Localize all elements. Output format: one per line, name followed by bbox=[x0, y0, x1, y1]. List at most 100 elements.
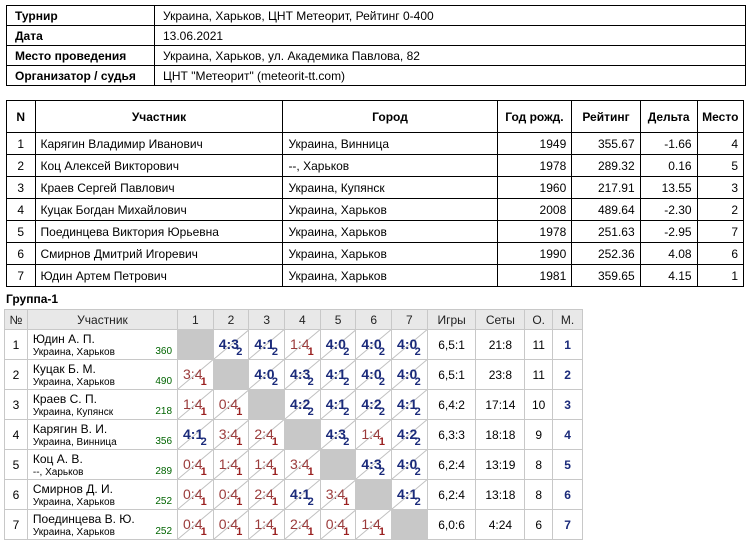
place-cell: 1 bbox=[552, 329, 583, 360]
match-result: 4:3 2 bbox=[284, 359, 321, 390]
table-cell: 355.67 bbox=[571, 132, 641, 155]
match-score: 1:4 bbox=[290, 336, 310, 352]
match-result: 3:4 1 bbox=[284, 449, 321, 480]
place-cell: 2 bbox=[552, 359, 583, 390]
table-cell: 2008 bbox=[496, 198, 573, 221]
games-cell: 6,2:4 bbox=[426, 449, 477, 480]
table-cell: Куцак Богдан Михайлович bbox=[34, 198, 284, 221]
player-name: Смирнов Д. И. bbox=[32, 482, 113, 496]
info-label: Место проведения bbox=[6, 45, 155, 66]
table-cell: 1 bbox=[696, 264, 745, 287]
match-result: 4:0 2 bbox=[391, 449, 428, 480]
sets-cell: 13:18 bbox=[475, 479, 526, 510]
match-score: 3:4 bbox=[218, 426, 239, 442]
table-cell: 1 bbox=[6, 132, 36, 155]
self-cell bbox=[248, 389, 286, 420]
group-row-number: 2 bbox=[4, 359, 28, 390]
match-result: 0:4 1 bbox=[177, 509, 214, 540]
group-column-header: 3 bbox=[248, 309, 286, 330]
match-points: 2 bbox=[414, 436, 421, 448]
player-rating: 252 bbox=[155, 496, 173, 507]
info-row: Дата 13.06.2021 bbox=[6, 25, 746, 46]
match-points: 1 bbox=[378, 526, 386, 538]
table-cell: Смирнов Дмитрий Игоревич bbox=[34, 242, 284, 265]
table-cell: Украина, Харьков bbox=[282, 264, 498, 287]
table-row: 4 Куцак Богдан Михайлович Украина, Харьков… bbox=[6, 198, 745, 221]
group-results-table: № Участник 1 2 3 4 5 6 7 Игры Сеты О. М. 1 Юдин А. П.… bbox=[4, 309, 583, 540]
column-header: Дельта bbox=[639, 100, 698, 133]
match-result: 1:4 1 bbox=[248, 509, 286, 540]
match-points: 1 bbox=[307, 346, 314, 358]
sets-cell: 13:19 bbox=[475, 449, 526, 480]
match-score: 1:4 bbox=[254, 456, 274, 472]
match-score: 3:4 bbox=[325, 486, 346, 502]
match-result: 4:3 2 bbox=[319, 419, 357, 450]
table-cell: Украина, Харьков bbox=[282, 242, 498, 265]
match-points: 2 bbox=[307, 496, 314, 508]
info-label: Дата bbox=[6, 25, 155, 46]
player-name: Коц А. В. bbox=[32, 452, 83, 466]
points-cell: 10 bbox=[524, 389, 554, 420]
match-points: 1 bbox=[236, 496, 243, 508]
games-cell: 6,4:2 bbox=[426, 389, 477, 420]
group-row: 4 Карягин В. И. Украина, Винница 356 4:1 2 3:4… bbox=[4, 419, 583, 450]
match-points: 2 bbox=[378, 376, 386, 388]
table-cell: 4 bbox=[696, 132, 745, 155]
table-cell: Краев Сергей Павлович bbox=[34, 176, 284, 199]
self-cell bbox=[212, 359, 250, 390]
points-cell: 11 bbox=[524, 359, 554, 390]
match-points: 2 bbox=[271, 376, 279, 388]
match-points: 2 bbox=[378, 406, 386, 418]
player-rating: 356 bbox=[155, 436, 173, 447]
sets-cell: 18:18 bbox=[475, 419, 526, 450]
points-cell: 8 bbox=[524, 479, 554, 510]
table-cell: 2 bbox=[6, 154, 36, 177]
match-result: 4:1 2 bbox=[284, 479, 321, 510]
table-cell: Юдин Артем Петрович bbox=[34, 264, 284, 287]
self-cell bbox=[355, 479, 393, 510]
table-row: 3 Краев Сергей Павлович Украина, Купянск 19… bbox=[6, 176, 745, 199]
column-header: Место bbox=[696, 100, 745, 133]
match-result: 4:0 2 bbox=[355, 359, 393, 390]
match-score: 0:4 bbox=[218, 486, 239, 502]
table-cell: 13.55 bbox=[639, 176, 698, 199]
info-label: Организатор / судья bbox=[6, 65, 155, 86]
match-score: 1:4 bbox=[218, 456, 239, 472]
group-column-header: Сеты bbox=[475, 309, 526, 330]
match-result: 4:1 2 bbox=[248, 329, 286, 360]
info-value: Украина, Харьков, ул. Академика Павлова,… bbox=[154, 45, 746, 66]
match-points: 1 bbox=[200, 406, 207, 418]
match-result: 4:3 2 bbox=[212, 329, 250, 360]
table-cell: Коц Алексей Викторович bbox=[34, 154, 284, 177]
match-points: 2 bbox=[343, 376, 350, 388]
match-score: 1:4 bbox=[183, 396, 203, 412]
match-points: 1 bbox=[271, 466, 279, 478]
group-column-header: Игры bbox=[426, 309, 477, 330]
group-row-number: 5 bbox=[4, 449, 28, 480]
self-cell bbox=[319, 449, 357, 480]
player-rating: 360 bbox=[155, 346, 173, 357]
match-score: 3:4 bbox=[183, 366, 203, 382]
player-rating: 289 bbox=[155, 466, 173, 477]
group-column-header: О. bbox=[524, 309, 554, 330]
match-points: 1 bbox=[236, 526, 243, 538]
match-points: 1 bbox=[200, 526, 207, 538]
games-cell: 6,3:3 bbox=[426, 419, 477, 450]
match-result: 3:4 1 bbox=[177, 359, 214, 390]
table-cell: 1990 bbox=[496, 242, 573, 265]
group-row-number: 7 bbox=[4, 509, 28, 540]
match-score: 0:4 bbox=[218, 516, 239, 532]
table-cell: 3 bbox=[6, 176, 36, 199]
table-cell: Карягин Владимир Иванович bbox=[34, 132, 284, 155]
match-result: 0:4 1 bbox=[177, 479, 214, 510]
match-points: 1 bbox=[200, 466, 207, 478]
player-cell: Смирнов Д. И. Украина, Харьков 252 bbox=[26, 479, 179, 510]
match-points: 1 bbox=[378, 436, 386, 448]
table-cell: --, Харьков bbox=[282, 154, 498, 177]
match-points: 2 bbox=[307, 376, 314, 388]
table-cell: -1.66 bbox=[639, 132, 698, 155]
match-score: 3:4 bbox=[290, 456, 310, 472]
match-points: 1 bbox=[236, 466, 243, 478]
table-cell: 289.32 bbox=[571, 154, 641, 177]
match-result: 4:2 2 bbox=[284, 389, 321, 420]
